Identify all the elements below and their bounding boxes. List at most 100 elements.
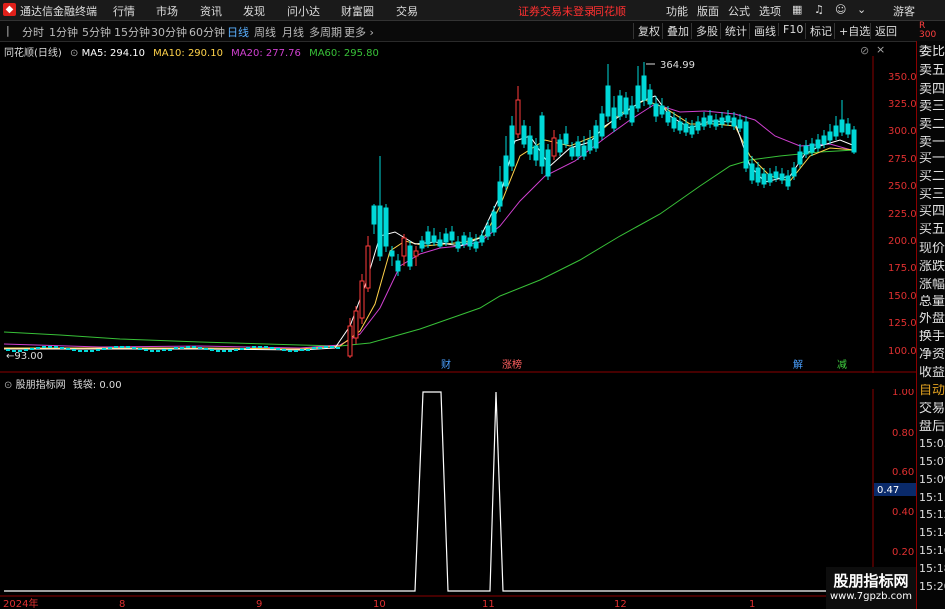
candle-body bbox=[126, 346, 130, 348]
y-tick: 250.0 bbox=[888, 181, 916, 192]
menu-options[interactable]: 选项 bbox=[759, 3, 781, 19]
login-notice[interactable]: 证券交易未登录 bbox=[518, 3, 595, 19]
low-price-value: 93.00 bbox=[14, 351, 43, 362]
side-item[interactable]: 外盘 bbox=[919, 312, 945, 326]
candle-body bbox=[599, 113, 605, 137]
side-item[interactable]: 涨跌 bbox=[919, 260, 945, 274]
side-item[interactable]: 净资 bbox=[919, 348, 945, 362]
tab-30min[interactable]: 30分钟 bbox=[151, 24, 187, 40]
menu-quotes[interactable]: 行情 bbox=[113, 3, 135, 19]
side-item[interactable]: 15:20 bbox=[919, 580, 945, 594]
side-item[interactable]: 卖一 bbox=[919, 136, 945, 150]
side-item[interactable]: 盘后 bbox=[919, 420, 945, 434]
side-item[interactable]: 自动 bbox=[919, 384, 945, 398]
side-item[interactable]: 交易 bbox=[919, 402, 945, 416]
tab-1min[interactable]: 1分钟 bbox=[49, 24, 78, 40]
candle-body bbox=[252, 346, 256, 348]
side-item[interactable]: 卖三 bbox=[919, 100, 945, 114]
tool-adjust[interactable]: 复权 bbox=[633, 23, 660, 39]
event-marker-unlock[interactable]: 解 bbox=[793, 358, 803, 371]
side-item[interactable]: 卖五 bbox=[919, 64, 945, 78]
side-item[interactable]: 15:16 bbox=[919, 544, 945, 558]
tab-weekly[interactable]: 周线 bbox=[254, 24, 276, 40]
y-tick: 275.0 bbox=[888, 154, 916, 165]
tool-draw[interactable]: 画线 bbox=[749, 23, 776, 39]
tab-multi-period[interactable]: 多周期 bbox=[309, 24, 342, 40]
tab-60min[interactable]: 60分钟 bbox=[189, 24, 225, 40]
kline-chart[interactable]: 364.99 ←93.00 350.0 325.0 300.0 275.0 25… bbox=[0, 56, 916, 373]
side-item[interactable]: 15:11 bbox=[919, 491, 945, 505]
close-icon[interactable]: × bbox=[876, 43, 885, 56]
user-label[interactable]: 游客 bbox=[893, 3, 915, 19]
side-item[interactable]: 15:14 bbox=[919, 526, 945, 540]
y-tick: 325.0 bbox=[888, 99, 916, 110]
tab-intraday[interactable]: 分时 bbox=[22, 24, 44, 40]
tool-back[interactable]: 返回 bbox=[870, 23, 897, 39]
side-item[interactable]: 现价 bbox=[919, 242, 945, 256]
candle-body bbox=[264, 346, 268, 348]
tool-multi-stock[interactable]: 多股 bbox=[691, 23, 718, 39]
side-item[interactable]: 买五 bbox=[919, 223, 945, 237]
candle-body bbox=[773, 171, 779, 179]
tool-mark[interactable]: 标记 bbox=[805, 23, 832, 39]
side-item[interactable]: 收益 bbox=[919, 366, 945, 380]
tab-monthly[interactable]: 月线 bbox=[282, 24, 304, 40]
chevron-down-icon[interactable]: ⌄ bbox=[857, 3, 866, 16]
candle-body bbox=[623, 97, 629, 115]
tool-f10[interactable]: F10 bbox=[778, 23, 803, 36]
candle-body bbox=[437, 239, 443, 247]
candle-body bbox=[653, 103, 659, 117]
indicator-chart[interactable]: 1.00 0.80 0.60 0.40 0.20 0.47 bbox=[0, 389, 916, 597]
tab-daily[interactable]: 日线 bbox=[227, 24, 249, 40]
candle-body bbox=[635, 85, 641, 109]
side-item[interactable]: 15:05 bbox=[919, 437, 945, 451]
menu-ask[interactable]: 问小达 bbox=[287, 3, 320, 19]
side-item[interactable]: 换手 bbox=[919, 330, 945, 344]
side-item[interactable]: 委比 bbox=[919, 45, 945, 59]
side-item[interactable]: 总量 bbox=[919, 295, 945, 309]
menu-wealth[interactable]: 财富圈 bbox=[341, 3, 374, 19]
side-item[interactable]: 买三 bbox=[919, 188, 945, 202]
tab-5min[interactable]: 5分钟 bbox=[82, 24, 111, 40]
tool-overlay[interactable]: 叠加 bbox=[662, 23, 689, 39]
menu-function[interactable]: 功能 bbox=[666, 3, 688, 19]
tool-stats[interactable]: 统计 bbox=[720, 23, 747, 39]
grid-icon[interactable]: ▦ bbox=[792, 3, 802, 16]
side-item[interactable]: 卖四 bbox=[919, 83, 945, 97]
menu-discover[interactable]: 发现 bbox=[243, 3, 265, 19]
side-item[interactable]: 买一 bbox=[919, 152, 945, 166]
menu-trade[interactable]: 交易 bbox=[396, 3, 418, 19]
bell-icon[interactable]: ♫ bbox=[814, 3, 824, 16]
side-item[interactable]: 涨幅 bbox=[919, 278, 945, 292]
event-marker-finance[interactable]: 财 bbox=[441, 358, 451, 371]
event-marker-top-gainer[interactable]: 涨榜 bbox=[502, 358, 522, 371]
candle-body bbox=[797, 151, 803, 165]
side-item[interactable]: 买二 bbox=[919, 170, 945, 184]
candle-body bbox=[96, 349, 100, 351]
menu-news[interactable]: 资讯 bbox=[200, 3, 222, 19]
side-item[interactable]: 15:09 bbox=[919, 473, 945, 487]
menu-formula[interactable]: 公式 bbox=[728, 3, 750, 19]
skin-icon[interactable]: ☺ bbox=[835, 3, 846, 16]
menu-market[interactable]: 市场 bbox=[156, 3, 178, 19]
side-item[interactable]: 15:07 bbox=[919, 455, 945, 469]
tab-more-label: 更多 bbox=[344, 26, 366, 39]
tab-more[interactable]: 更多 › bbox=[344, 24, 374, 40]
candle-body bbox=[294, 350, 298, 352]
tab-collapse-icon[interactable]: | bbox=[6, 24, 10, 37]
product-link[interactable]: 同花顺 bbox=[593, 3, 626, 19]
ma20-line bbox=[3, 103, 856, 349]
candle-body bbox=[491, 211, 497, 233]
side-item[interactable]: 卖二 bbox=[919, 118, 945, 132]
candle-body bbox=[216, 350, 220, 352]
side-item[interactable]: 买四 bbox=[919, 205, 945, 219]
candle-body bbox=[389, 250, 395, 257]
candle-body bbox=[545, 149, 551, 177]
tab-15min[interactable]: 15分钟 bbox=[114, 24, 150, 40]
side-item[interactable]: 15:12 bbox=[919, 508, 945, 522]
event-marker-reduce[interactable]: 减 bbox=[837, 359, 847, 371]
side-item[interactable]: 15:18 bbox=[919, 562, 945, 576]
menu-layout[interactable]: 版面 bbox=[697, 3, 719, 19]
candle-body bbox=[803, 145, 809, 155]
tool-add-watch[interactable]: +自选 bbox=[834, 23, 870, 39]
